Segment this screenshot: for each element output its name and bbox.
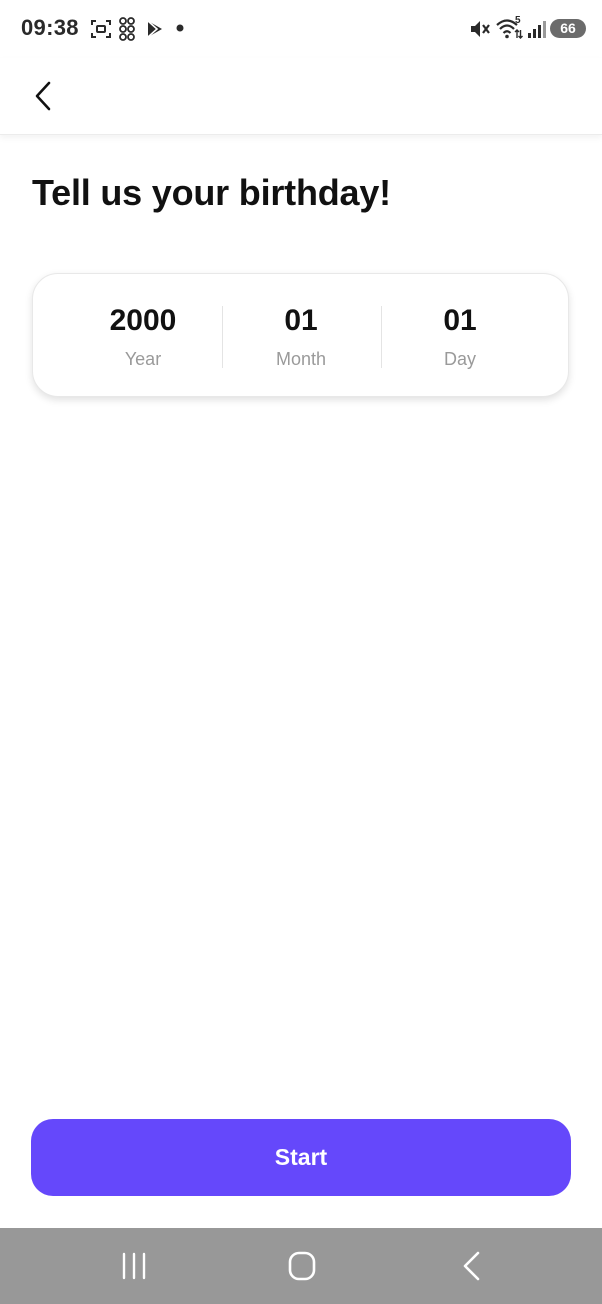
start-button[interactable]: Start	[31, 1119, 571, 1196]
back-icon	[463, 1251, 480, 1281]
system-back-button[interactable]	[452, 1248, 492, 1284]
home-icon	[288, 1251, 316, 1281]
chevron-left-icon	[35, 81, 51, 111]
year-value: 2000	[109, 304, 177, 337]
recents-button[interactable]	[114, 1248, 154, 1284]
mute-icon	[471, 21, 490, 37]
battery-icon: 66	[550, 19, 586, 38]
page-title: Tell us your birthday!	[32, 172, 391, 213]
system-nav-bar	[0, 1228, 602, 1304]
day-selector[interactable]: 01 Day	[381, 274, 539, 398]
day-value: 01	[443, 304, 477, 337]
app-bar	[0, 58, 602, 135]
screenshot-icon	[91, 20, 111, 38]
back-button[interactable]	[22, 74, 66, 118]
notification-dot-icon	[176, 24, 184, 32]
status-time: 09:38	[21, 15, 79, 40]
month-value: 01	[284, 304, 318, 337]
qr-icon	[119, 17, 135, 41]
month-label: Month	[275, 349, 327, 369]
status-bar: 09:38 5 66	[0, 0, 602, 58]
year-label: Year	[124, 349, 162, 369]
year-selector[interactable]: 2000 Year	[64, 274, 222, 398]
play-store-icon	[147, 20, 162, 38]
home-button[interactable]	[282, 1248, 322, 1284]
birthday-date-picker: 2000 Year 01 Month 01 Day	[32, 273, 569, 397]
wifi-signal-label: 5	[515, 15, 521, 26]
signal-icon	[528, 21, 546, 38]
month-selector[interactable]: 01 Month	[222, 274, 380, 398]
day-label: Day	[443, 349, 476, 369]
screen: 09:38 5 66 Tell us your birthday! 2000 Y…	[0, 0, 602, 1304]
recents-icon	[122, 1252, 146, 1280]
